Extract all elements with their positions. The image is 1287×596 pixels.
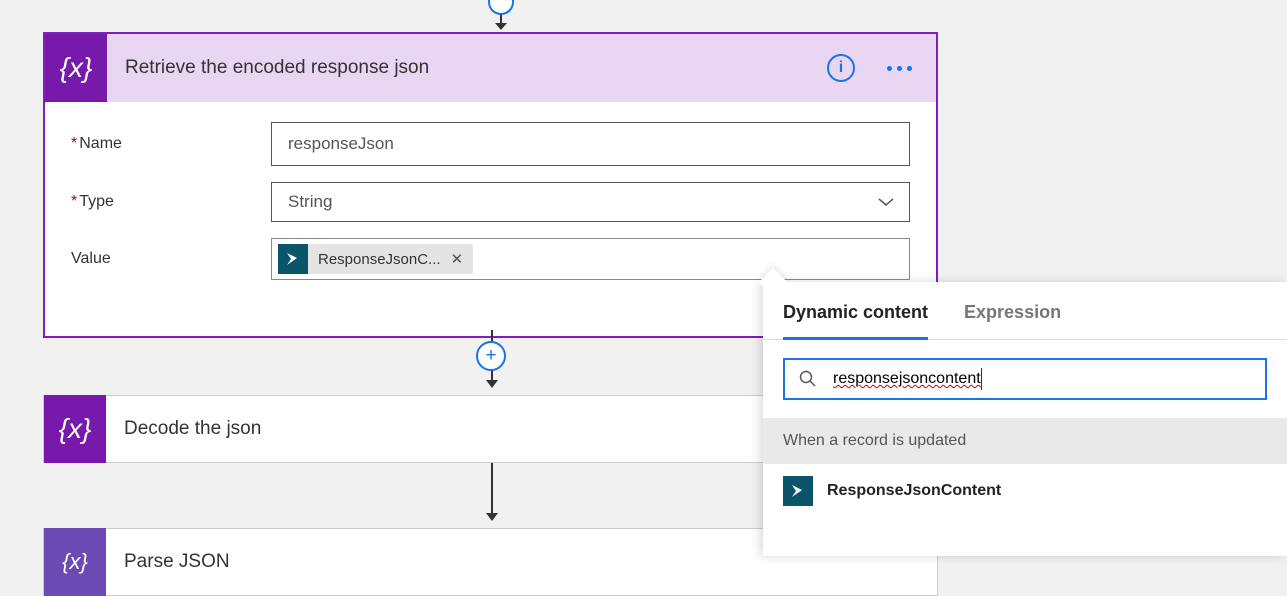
close-icon[interactable]: ✕ (451, 250, 464, 268)
card-body: *Name *Type String Value R (45, 102, 936, 306)
value-label: Value (71, 250, 271, 268)
flow-arrow-in (488, 0, 514, 31)
type-row: *Type String (71, 182, 910, 222)
dynamic-content-panel: Dynamic content Expression responsejsonc… (763, 282, 1287, 556)
type-select-value: String (288, 192, 332, 212)
card-title: Retrieve the encoded response json (125, 57, 827, 79)
name-input[interactable] (271, 122, 910, 166)
type-label: *Type (71, 193, 271, 211)
add-step-button-partial[interactable] (488, 0, 514, 15)
variable-icon: {x} (44, 395, 106, 463)
search-box[interactable]: responsejsoncontent (783, 358, 1267, 400)
required-asterisk: * (71, 135, 77, 152)
add-step-button[interactable]: + (476, 341, 506, 371)
tab-expression[interactable]: Expression (964, 302, 1061, 339)
name-row: *Name (71, 122, 910, 166)
text-caret (981, 368, 982, 390)
variable-icon: {x} (45, 34, 107, 102)
value-input[interactable]: ResponseJsonC... ✕ (271, 238, 910, 280)
result-label: ResponseJsonContent (827, 482, 1001, 500)
result-item-responsejsoncontent[interactable]: ResponseJsonContent (763, 464, 1287, 518)
more-menu-button[interactable] (887, 66, 912, 71)
required-asterisk: * (71, 193, 77, 210)
search-input-text[interactable]: responsejsoncontent (833, 370, 981, 388)
value-row: Value ResponseJsonC... ✕ (71, 238, 910, 280)
card-header[interactable]: {x} Retrieve the encoded response json i (45, 34, 936, 102)
arrow-down-icon (494, 13, 508, 31)
type-select[interactable]: String (271, 182, 910, 222)
pill-text: ResponseJsonC... (318, 251, 441, 268)
panel-tabs: Dynamic content Expression (763, 282, 1287, 340)
tab-dynamic-content[interactable]: Dynamic content (783, 302, 928, 340)
info-icon[interactable]: i (827, 54, 855, 82)
search-icon (799, 370, 817, 388)
arrow-down-icon (485, 463, 499, 523)
dynamics-icon (278, 244, 308, 274)
name-label: *Name (71, 135, 271, 153)
results-section-header: When a record is updated (763, 418, 1287, 464)
dynamics-icon (783, 476, 813, 506)
chevron-down-icon (877, 197, 895, 207)
parse-json-icon: {x} (44, 528, 106, 596)
dynamic-value-pill[interactable]: ResponseJsonC... ✕ (278, 244, 473, 274)
